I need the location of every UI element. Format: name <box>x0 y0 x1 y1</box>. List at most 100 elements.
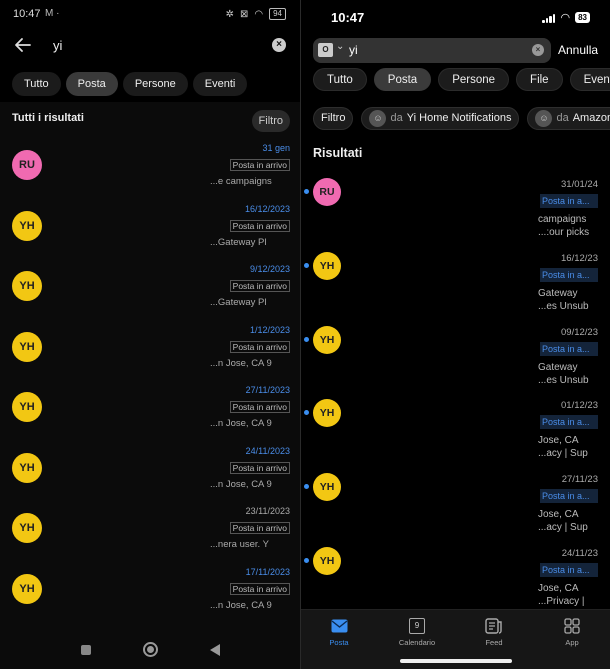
tab-tutto[interactable]: Tutto <box>313 68 367 91</box>
folder-badge: Posta in a... <box>540 267 598 282</box>
android-panel: 10:47 M · ✲ ⊠ ◠ 94 yi × Tutto Posta Pers… <box>0 0 300 669</box>
folder-badge: Posta in a... <box>540 415 598 430</box>
chip-prefix: da <box>556 112 569 124</box>
message-row[interactable]: YH 23/11/2023 Posta in arrivo nera user. Y.… <box>0 506 300 574</box>
message-meta: 17/11/2023 Posta in arrivo n Jose, CA 9... <box>210 566 290 613</box>
chip-prefix: da <box>390 112 403 124</box>
message-row[interactable]: YH 27/11/23 Posta in a... Jose, CA acy | Sup… <box>301 473 610 547</box>
message-date: 17/11/2023 <box>245 566 290 577</box>
back-arrow-icon[interactable] <box>14 36 32 54</box>
account-switcher-icon[interactable]: O <box>318 43 333 57</box>
message-row[interactable]: YH 16/12/2023 Posta in arrivo Gateway Pl... <box>0 204 300 272</box>
mail-icon <box>331 619 347 633</box>
chip-name: Yi Home Notifications <box>406 112 512 124</box>
message-date: 23/11/2023 <box>245 506 290 516</box>
status-icons: ✲ ⊠ ◠ 94 <box>226 8 286 20</box>
message-meta: 31/01/24 Posta in a... campaigns our picks:… <box>538 178 598 239</box>
status-icons: ◠ 83 <box>542 11 590 24</box>
search-input[interactable]: yi <box>349 43 358 57</box>
tab-tutto[interactable]: Tutto <box>12 72 61 96</box>
feed-icon <box>485 618 502 634</box>
status-time: 10:47 <box>331 10 365 25</box>
message-snippet: n Jose, CA 9... <box>210 478 272 490</box>
message-date: 27/11/23 <box>561 474 598 486</box>
results-list: RU 31 gen Posta in arrivo e campaigns... YH 1… <box>0 143 300 635</box>
message-meta: 1/12/2023 Posta in arrivo n Jose, CA 9... <box>210 324 290 371</box>
back-icon[interactable] <box>210 644 220 656</box>
folder-badge: Posta in arrivo <box>229 219 290 232</box>
folder-badge: Posta in arrivo <box>229 159 290 171</box>
message-snippet: n Jose, CA 9... <box>210 599 272 611</box>
message-row[interactable]: YH 09/12/23 Posta in a... Gateway es Unsub..… <box>301 325 610 400</box>
message-snippet: nera user. Y... <box>210 539 269 550</box>
message-meta: 16/12/2023 Posta in arrivo Gateway Pl... <box>210 203 290 250</box>
avatar: YH <box>313 473 341 502</box>
calendar-icon: 9 <box>409 618 425 634</box>
avatar: YH <box>12 392 42 422</box>
message-date: 24/11/2023 <box>245 445 290 456</box>
tabbar-posta[interactable]: Posta <box>314 616 364 647</box>
message-row[interactable]: YH 16/12/23 Posta in a... Gateway es Unsub..… <box>301 251 610 326</box>
apps-grid-icon <box>564 618 580 634</box>
tabbar-label: Calendario <box>398 638 436 647</box>
signal-icon <box>542 13 556 23</box>
message-row[interactable]: YH 1/12/2023 Posta in arrivo n Jose, CA 9..… <box>0 325 300 393</box>
avatar: YH <box>313 546 341 575</box>
message-row[interactable]: YH 24/11/2023 Posta in arrivo n Jose, CA 9.… <box>0 446 300 514</box>
avatar: YH <box>313 399 341 428</box>
tab-posta[interactable]: Posta <box>65 72 118 96</box>
home-indicator[interactable] <box>400 659 512 663</box>
message-row[interactable]: RU 31/01/24 Posta in a... campaigns our pick… <box>301 178 610 252</box>
filter-chip[interactable]: Filtro <box>313 107 354 130</box>
tab-eventi[interactable]: Eventi <box>569 68 610 91</box>
cancel-button[interactable]: Annulla <box>558 43 598 57</box>
tab-posta[interactable]: Posta <box>373 68 432 91</box>
tab-eventi[interactable]: Eventi <box>192 72 248 96</box>
message-row[interactable]: YH 9/12/2023 Posta in arrivo Gateway Pl... <box>0 264 300 332</box>
message-snippet-line2: es Unsub... <box>538 374 589 386</box>
home-icon[interactable] <box>143 642 158 657</box>
recents-icon[interactable] <box>81 645 91 655</box>
message-snippet: n Jose, CA 9... <box>210 418 272 429</box>
message-row[interactable]: RU 31 gen Posta in arrivo e campaigns... <box>0 143 300 211</box>
clear-search-icon[interactable]: × <box>532 44 544 56</box>
message-snippet-line2: acy | Sup... <box>538 522 588 534</box>
tab-persone[interactable]: Persone <box>438 68 510 91</box>
filter-button[interactable]: Filtro <box>251 110 290 132</box>
message-row[interactable]: YH 01/12/23 Posta in a... Jose, CA acy | Sup… <box>301 399 610 473</box>
android-nav-bar <box>0 633 300 669</box>
message-row[interactable]: YH 17/11/2023 Posta in arrivo n Jose, CA 9.… <box>0 567 300 635</box>
sender-chip-yi-home[interactable]: ☺ da Yi Home Notifications <box>361 107 520 130</box>
tabbar-label: Feed <box>485 638 503 647</box>
folder-badge: Posta in a... <box>540 194 598 208</box>
folder-badge: Posta in arrivo <box>229 522 290 534</box>
chevron-down-icon[interactable]: ⌄ <box>336 41 344 52</box>
tabbar-calendario[interactable]: 9 Calendario <box>392 616 442 647</box>
avatar: YH <box>12 331 42 362</box>
battery-icon: 83 <box>575 12 590 23</box>
tabbar-feed[interactable]: Feed <box>469 616 519 647</box>
message-snippet-line1: Gateway <box>538 361 578 373</box>
tab-persone[interactable]: Persone <box>122 72 188 96</box>
results-header: Risultati <box>313 146 363 160</box>
message-snippet: Gateway Pl... <box>210 236 267 248</box>
tabbar-app[interactable]: App <box>547 616 597 647</box>
search-box[interactable]: O ⌄ yi × <box>313 38 551 63</box>
avatar: YH <box>12 210 42 241</box>
sender-chip-amazon[interactable]: ☺ da Amazon <box>527 107 610 130</box>
results-area: Tutti i risultati Filtro RU 31 gen Posta i… <box>0 102 300 669</box>
unread-dot <box>304 189 309 194</box>
message-meta: 16/12/23 Posta in a... Gateway es Unsub... <box>538 252 598 313</box>
folder-badge: Posta in arrivo <box>229 461 290 474</box>
message-row[interactable]: YH 27/11/2023 Posta in arrivo n Jose, CA 9.… <box>0 385 300 453</box>
message-snippet: e campaigns... <box>210 176 272 187</box>
search-input[interactable]: yi <box>53 38 62 53</box>
tab-file[interactable]: File <box>516 68 563 91</box>
search-bar: yi × <box>0 32 300 60</box>
tabbar-label: App <box>565 638 579 647</box>
message-snippet: Gateway Pl... <box>210 297 267 308</box>
message-meta: 01/12/23 Posta in a... Jose, CA acy | Sup..… <box>538 399 598 460</box>
bottom-tab-bar: Posta 9 Calendario Feed App <box>301 609 610 669</box>
clear-search-icon[interactable]: × <box>272 38 286 52</box>
tabbar-label: Posta <box>329 638 349 647</box>
